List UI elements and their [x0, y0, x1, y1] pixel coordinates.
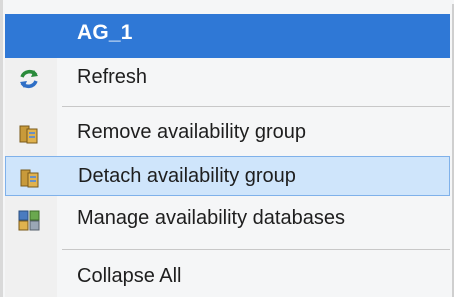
menu-item-detach-availability-group[interactable]: Detach availability group [5, 156, 450, 196]
detach-ag-icon [18, 166, 42, 190]
remove-ag-icon [17, 122, 41, 146]
menu-item-label: Refresh [77, 66, 148, 88]
menu-item-label: Remove availability group [77, 121, 307, 143]
manage-databases-icon [17, 208, 41, 232]
menu-item-label: Manage availability databases [77, 207, 345, 229]
menu-item-manage-availability-databases[interactable]: Manage availability databases [5, 199, 450, 239]
menu-item-remove-availability-group[interactable]: Remove availability group [5, 113, 450, 153]
context-menu-frame: AG_1 Refresh Remove availability group D… [0, 0, 454, 297]
menu-item-label: Detach availability group [78, 165, 296, 187]
menu-item-refresh[interactable]: Refresh [5, 58, 450, 98]
menu-item-label: Collapse All [77, 265, 182, 287]
menu-header-label: AG_1 [77, 21, 133, 44]
menu-item-collapse-all[interactable]: Collapse All [5, 257, 450, 297]
menu-separator [62, 106, 450, 107]
menu-separator [62, 249, 450, 250]
menu-header-ag1[interactable]: AG_1 [5, 14, 450, 58]
refresh-icon [17, 67, 41, 91]
